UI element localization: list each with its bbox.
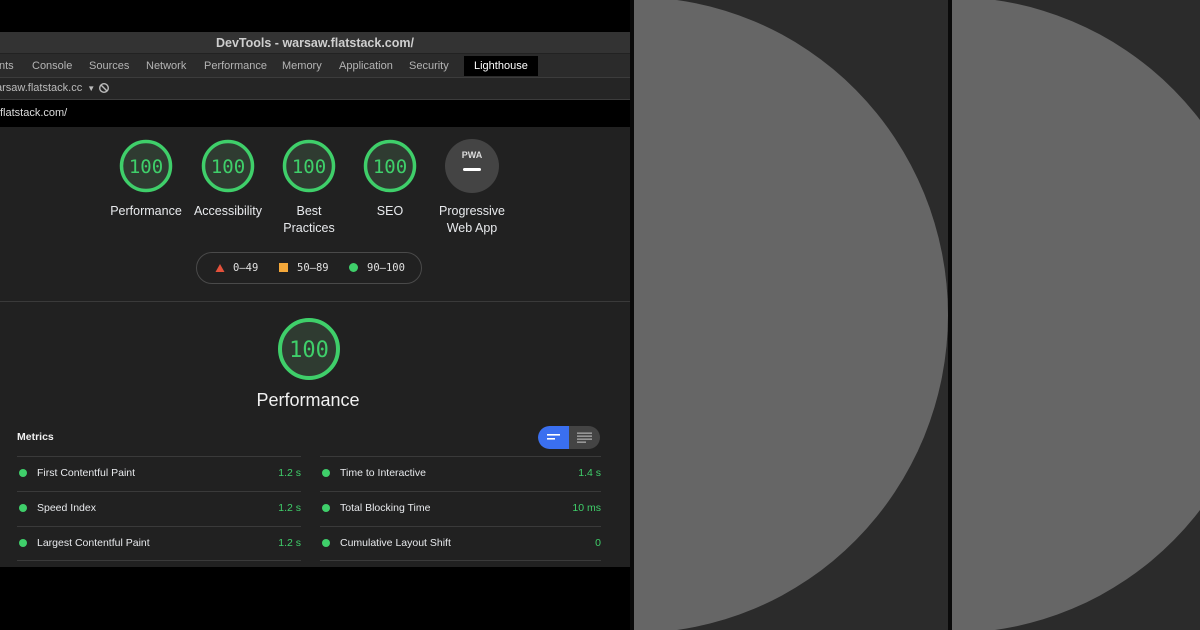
- metric-row: Speed Index 1.2 s: [17, 491, 301, 526]
- chevron-down-icon: ▼: [87, 84, 96, 93]
- url-selector[interactable]: arsaw.flatstack.cc ▼: [0, 82, 95, 94]
- gauge-score: 100: [129, 156, 163, 178]
- gauge-score: 100: [211, 156, 245, 178]
- performance-title: Performance: [256, 390, 360, 410]
- toggle-compact-option[interactable]: [538, 426, 569, 449]
- tab-security[interactable]: Security: [409, 54, 449, 78]
- half-circle-graphic: [952, 0, 1200, 630]
- tab-elements[interactable]: nts: [0, 54, 14, 78]
- metric-value: 1.2 s: [278, 467, 301, 479]
- screenshot-bottom-margin: [0, 567, 630, 630]
- metrics-title: Metrics: [17, 431, 54, 443]
- performance-score: 100: [289, 338, 329, 363]
- pwa-badge-text: PWA: [462, 150, 483, 160]
- gauge-score: 100: [292, 156, 326, 178]
- gauge-score: 100: [373, 156, 407, 178]
- metric-value: 0: [595, 537, 601, 549]
- pwa-badge-icon: PWA: [445, 139, 499, 193]
- pass-dot-icon: [19, 469, 27, 477]
- tab-console[interactable]: Console: [32, 54, 72, 78]
- tab-memory[interactable]: Memory: [282, 54, 322, 78]
- metric-row: Cumulative Layout Shift 0: [320, 526, 601, 561]
- devtools-tab-bar: nts Console Sources Network Performance …: [0, 54, 630, 78]
- expanded-view-icon[interactable]: [577, 432, 592, 443]
- legend-pass-range: 90–100: [367, 262, 405, 274]
- section-divider: [0, 301, 630, 302]
- gauge-label: Progressive Web App: [417, 203, 527, 237]
- pass-dot-icon: [322, 504, 330, 512]
- tab-performance[interactable]: Performance: [204, 54, 267, 78]
- legend-average-range: 50–89: [297, 262, 329, 274]
- metric-name: Speed Index: [37, 502, 96, 514]
- metrics-view-toggle[interactable]: [538, 426, 600, 449]
- metric-name: First Contentful Paint: [37, 467, 136, 479]
- metric-name: Total Blocking Time: [340, 502, 431, 514]
- metric-row: First Contentful Paint 1.2 s: [17, 456, 301, 491]
- metric-row: Time to Interactive 1.4 s: [320, 456, 601, 491]
- window-title: DevTools - warsaw.flatstack.com/: [0, 32, 630, 54]
- decorative-panel-1: [634, 0, 948, 630]
- gauge-label-line2: Practices: [283, 221, 335, 235]
- half-circle-graphic: [634, 0, 948, 630]
- tab-network[interactable]: Network: [146, 54, 186, 78]
- tab-lighthouse[interactable]: Lighthouse: [464, 56, 538, 76]
- decorative-panel-2: [952, 0, 1200, 630]
- score-gauge-icon: 100: [201, 139, 255, 193]
- block-icon[interactable]: [98, 82, 110, 94]
- average-square-icon: [279, 263, 288, 272]
- lighthouse-report: 100 Performance 100 Accessibility 100 Be…: [0, 127, 630, 567]
- metric-value: 1.2 s: [278, 502, 301, 514]
- pass-dot-icon: [19, 539, 27, 547]
- pass-circle-icon: [349, 263, 358, 272]
- report-url[interactable]: flatstack.com/: [0, 100, 630, 127]
- metric-name: Time to Interactive: [340, 467, 426, 479]
- metric-row: Total Blocking Time 10 ms: [320, 491, 601, 526]
- pass-dot-icon: [19, 504, 27, 512]
- performance-score-gauge: 100: [278, 318, 340, 380]
- score-gauge-icon: 100: [282, 139, 336, 193]
- compact-view-icon: [547, 434, 560, 440]
- gauge-label-line2: Web App: [446, 221, 498, 235]
- url-selector-label: arsaw.flatstack.cc: [0, 82, 83, 94]
- legend-fail-range: 0–49: [233, 262, 259, 274]
- tab-sources[interactable]: Sources: [89, 54, 129, 78]
- metric-name: Cumulative Layout Shift: [340, 537, 451, 549]
- devtools-screenshot: DevTools - warsaw.flatstack.com/ nts Con…: [0, 0, 630, 630]
- pass-dot-icon: [322, 469, 330, 477]
- score-gauge-icon: 100: [119, 139, 173, 193]
- metric-value: 1.2 s: [278, 537, 301, 549]
- metric-row: Largest Contentful Paint 1.2 s: [17, 526, 301, 561]
- lighthouse-toolbar: arsaw.flatstack.cc ▼: [0, 78, 630, 100]
- score-legend: 0–49 50–89 90–100: [196, 252, 422, 284]
- metric-value: 10 ms: [572, 502, 601, 514]
- fail-triangle-icon: [215, 264, 225, 272]
- score-gauge-icon: 100: [363, 139, 417, 193]
- gauge-pwa[interactable]: PWA Progressive Web App: [417, 139, 527, 237]
- metric-value: 1.4 s: [578, 467, 601, 479]
- metric-name: Largest Contentful Paint: [37, 537, 150, 549]
- gauge-label-line1: Progressive: [439, 204, 505, 218]
- pass-dot-icon: [322, 539, 330, 547]
- tab-application[interactable]: Application: [339, 54, 393, 78]
